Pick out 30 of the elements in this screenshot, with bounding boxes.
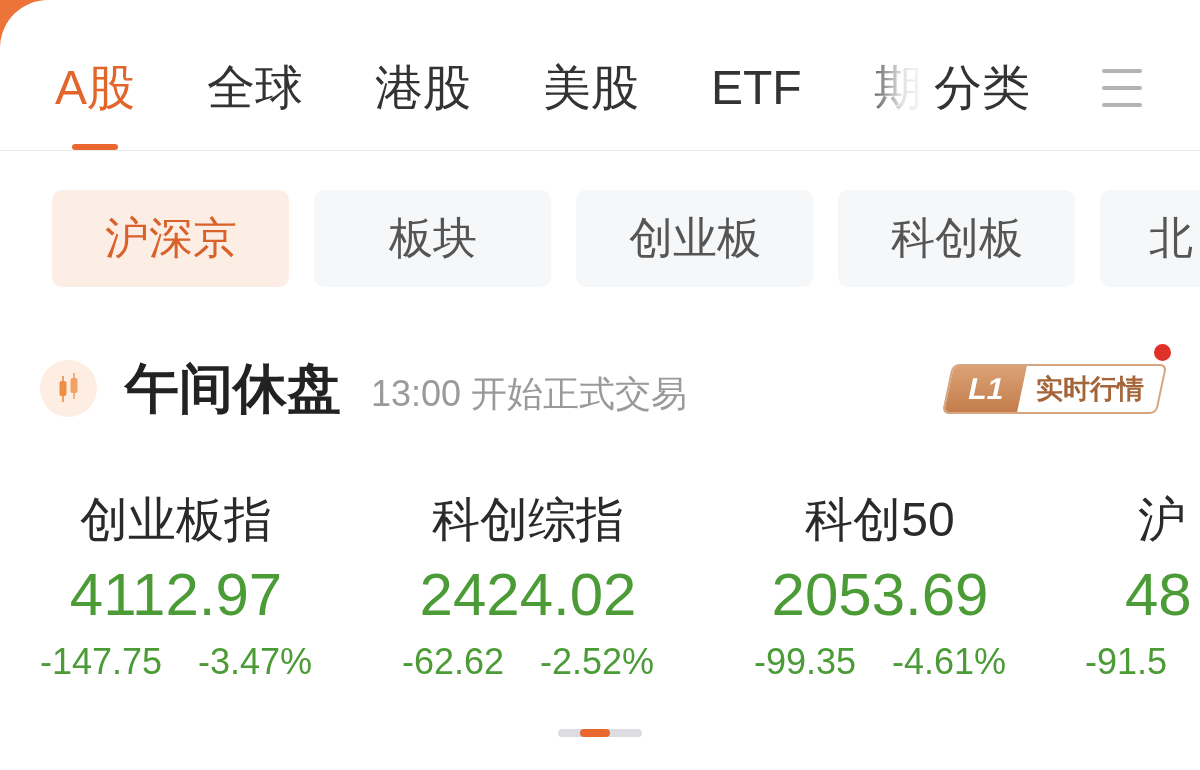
- index-change: -147.75: [39, 639, 162, 683]
- market-tab[interactable]: 港股: [375, 59, 471, 150]
- index-value: 2053.69: [771, 559, 989, 630]
- candlestick-icon: [40, 360, 97, 417]
- market-tab[interactable]: ETF: [711, 59, 802, 150]
- index-value: 2424.02: [419, 559, 637, 630]
- index-change-percent: -2.52%: [540, 639, 655, 683]
- index-change-percent: -3.47%: [198, 639, 313, 683]
- index-change: -62.62: [401, 639, 504, 683]
- menu-icon[interactable]: [1102, 69, 1142, 107]
- realtime-quote-button[interactable]: L1 实时行情: [941, 363, 1168, 414]
- market-status-title: 午间休盘: [125, 357, 341, 420]
- market-tab[interactable]: 美股: [543, 59, 639, 150]
- market-tab[interactable]: 全球: [207, 59, 303, 150]
- index-change: -99.35: [753, 639, 856, 683]
- market-status-note: 13:00 开始正式交易: [371, 371, 688, 416]
- index-name: 创业板指: [80, 492, 272, 548]
- index-name: 沪: [1137, 492, 1186, 548]
- market-filter-chip[interactable]: 板块: [314, 190, 551, 287]
- index-change: -91.5: [1085, 639, 1168, 683]
- index-change-percent: -4.61%: [892, 639, 1007, 683]
- category-button[interactable]: 分类: [934, 59, 1030, 117]
- index-value: 4112.97: [69, 559, 283, 630]
- index-name: 科创综指: [432, 492, 624, 548]
- market-filter-chip[interactable]: 科创板: [838, 190, 1075, 287]
- market-filter-chip[interactable]: 北: [1100, 190, 1200, 287]
- index-value: 48: [1124, 559, 1192, 630]
- market-filter-chip[interactable]: 创业板: [576, 190, 813, 287]
- index-name: 科创50: [805, 492, 955, 548]
- tier-badge: L1: [943, 365, 1027, 412]
